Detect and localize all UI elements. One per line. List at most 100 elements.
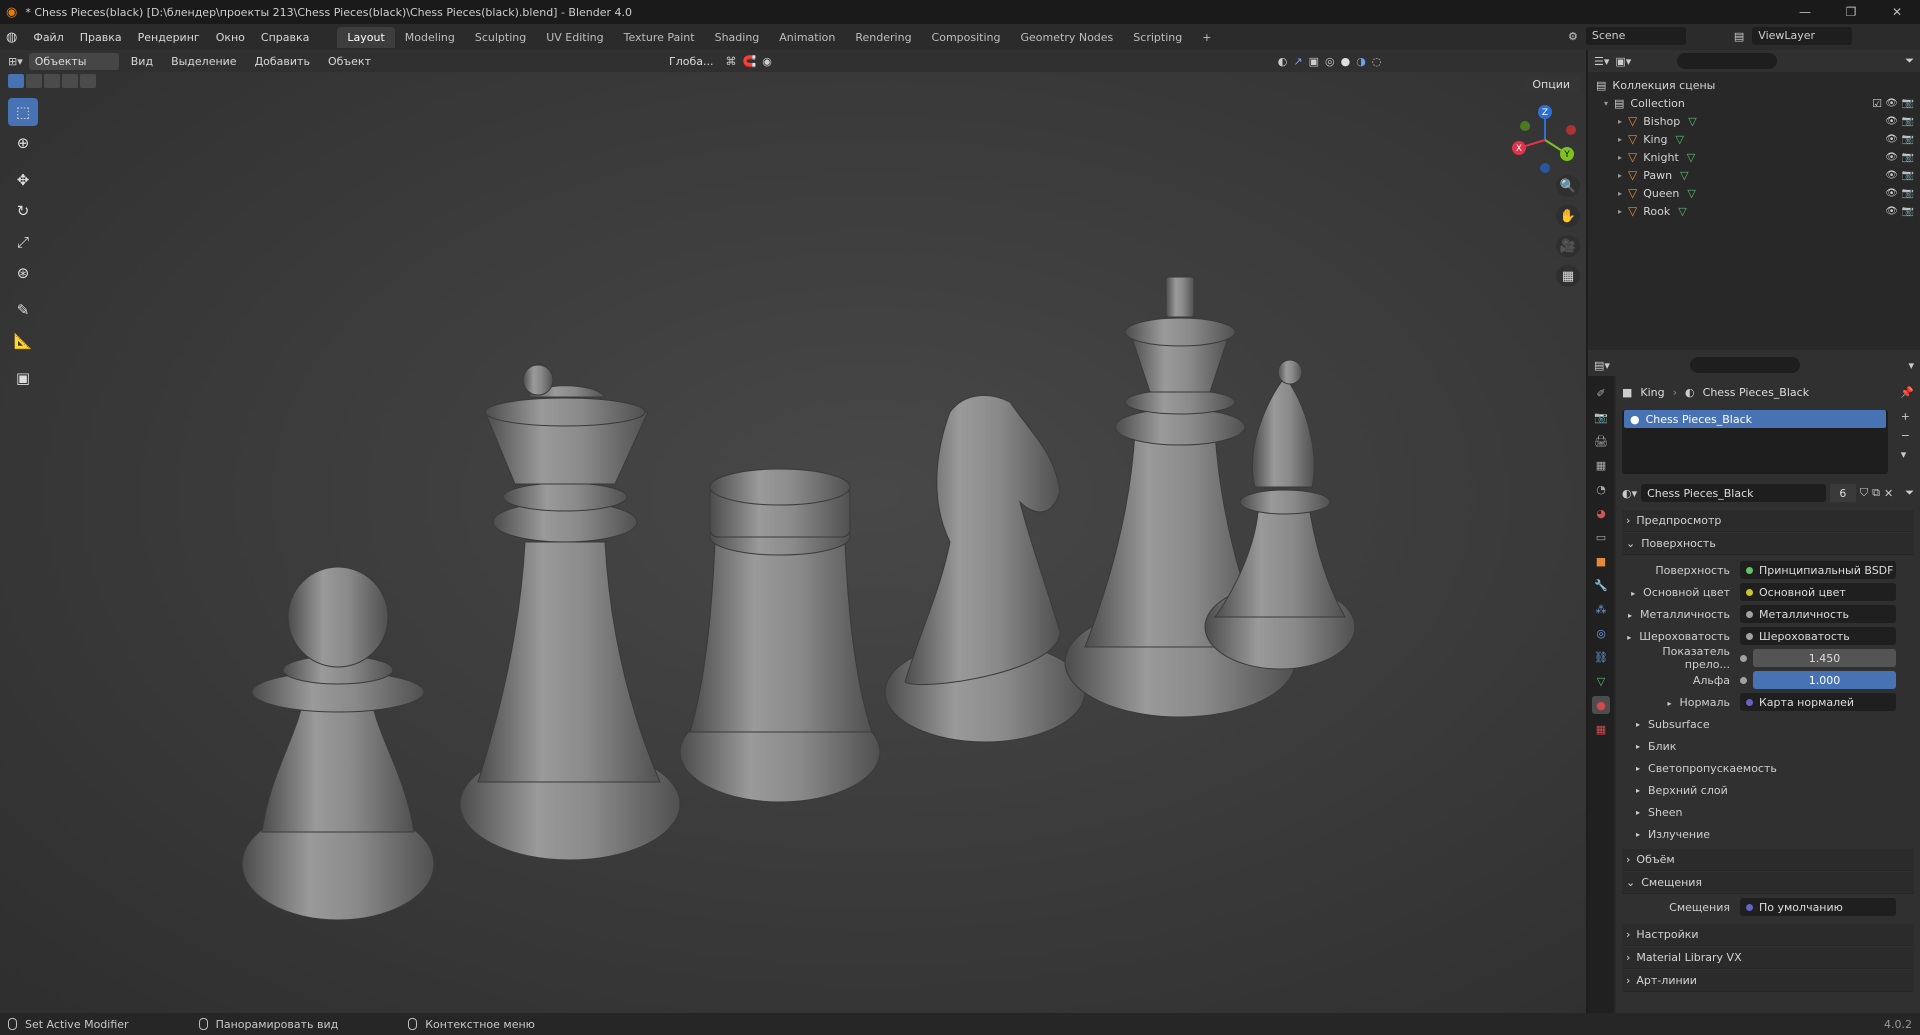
panel-lineart[interactable]: › Арт-линии	[1622, 970, 1914, 992]
outliner-item-bishop[interactable]: ▸ ▽ Bishop ▽ 👁 📷	[1596, 112, 1920, 130]
eye-icon[interactable]: 👁	[1885, 206, 1898, 217]
scene-selector[interactable]: Scene	[1585, 27, 1686, 45]
pan-hand-icon[interactable]: ✋	[1556, 205, 1580, 227]
render-camera-icon[interactable]: 📷	[1902, 116, 1914, 127]
xray-icon[interactable]: ▣	[1309, 55, 1319, 68]
outliner-item-queen[interactable]: ▸ ▽ Queen ▽ 👁 📷	[1596, 184, 1920, 202]
outliner-item-king[interactable]: ▸ ▽ King ▽ 👁 📷	[1596, 130, 1920, 148]
panel-material-library[interactable]: › Material Library VX	[1622, 947, 1914, 969]
expand-icon[interactable]: ▸	[1631, 589, 1635, 598]
material-shading-icon[interactable]: ◑	[1356, 55, 1366, 68]
duplicate-icon[interactable]: ⧉	[1872, 486, 1880, 500]
modifier-tab-icon[interactable]: 🔧	[1592, 576, 1610, 594]
menu-select[interactable]: Выделение	[165, 55, 243, 68]
add-slot-icon[interactable]: +	[1901, 410, 1910, 423]
camera-view-icon[interactable]: 🎥	[1556, 235, 1580, 257]
subpanel-emission[interactable]: ▸ Излучение	[1622, 823, 1914, 845]
menu-render[interactable]: Рендеринг	[130, 31, 208, 44]
tab-geometry-nodes[interactable]: Geometry Nodes	[1011, 27, 1124, 48]
eye-icon[interactable]: 👁	[1885, 134, 1898, 145]
tab-uv-editing[interactable]: UV Editing	[536, 27, 613, 48]
eye-icon[interactable]: 👁	[1885, 98, 1898, 109]
scale-icon[interactable]: ⤢	[8, 228, 38, 256]
tool-tab-icon[interactable]: ✐	[1592, 384, 1610, 402]
maximize-button[interactable]: ❐	[1828, 0, 1874, 24]
pivot-icon[interactable]: ⌘	[725, 55, 736, 68]
expand-icon[interactable]: ▸	[1618, 189, 1622, 198]
proportional-icon[interactable]: ◉	[762, 55, 772, 68]
normal-field[interactable]: Карта нормалей	[1740, 693, 1896, 711]
subpanel-subsurface[interactable]: ▸ Subsurface	[1622, 713, 1914, 735]
viewport-scene[interactable]	[0, 72, 1586, 1013]
close-button[interactable]: ✕	[1874, 0, 1920, 24]
material-name-field[interactable]: Chess Pieces_Black	[1641, 484, 1826, 502]
filter-icon[interactable]: ⏷	[1905, 54, 1914, 68]
blender-menu-icon[interactable]: ◍	[6, 30, 17, 45]
pin-icon[interactable]: 📌	[1900, 386, 1914, 399]
render-camera-icon[interactable]: 📷	[1902, 152, 1914, 163]
overlay-icon[interactable]: ◐	[1278, 55, 1288, 68]
measure-icon[interactable]: 📐	[8, 327, 38, 355]
menu-file[interactable]: Файл	[25, 31, 71, 44]
tab-animation[interactable]: Animation	[769, 27, 845, 48]
select-new-icon[interactable]	[8, 74, 24, 88]
particles-tab-icon[interactable]: ⁂	[1592, 600, 1610, 618]
browse-material-icon[interactable]: ◐▾	[1622, 487, 1637, 500]
outliner-item-rook[interactable]: ▸ ▽ Rook ▽ 👁 📷	[1596, 202, 1920, 220]
menu-help[interactable]: Справка	[253, 31, 317, 44]
expand-icon[interactable]: ▸	[1618, 171, 1622, 180]
tab-compositing[interactable]: Compositing	[922, 27, 1011, 48]
ior-slider[interactable]: 1.450	[1753, 649, 1896, 667]
scene-collection-row[interactable]: ▤ Коллекция сцены	[1596, 76, 1920, 94]
editor-type-icon[interactable]: ⊞▾	[8, 55, 23, 68]
data-tab-icon[interactable]: ▽	[1592, 672, 1610, 690]
expand-icon[interactable]: ▸	[1628, 611, 1632, 620]
annotate-icon[interactable]: ✎	[8, 296, 38, 324]
display-mode-icon[interactable]: ▣▾	[1615, 55, 1631, 68]
add-cube-icon[interactable]: ▣	[8, 364, 38, 392]
render-camera-icon[interactable]: 📷	[1902, 206, 1914, 217]
subpanel-sheen[interactable]: ▸ Sheen	[1622, 801, 1914, 823]
menu-edit[interactable]: Правка	[72, 31, 130, 44]
displacement-field[interactable]: По умолчанию	[1740, 898, 1896, 916]
select-extend-icon[interactable]	[26, 74, 42, 88]
perspective-grid-icon[interactable]: ▦	[1556, 265, 1580, 287]
subpanel-transmission[interactable]: ▸ Светопропускаемость	[1622, 757, 1914, 779]
transform-orientation[interactable]: Глоба...	[663, 53, 719, 70]
tab-shading[interactable]: Shading	[705, 27, 770, 48]
outliner-search-input[interactable]	[1677, 53, 1778, 69]
menu-view[interactable]: Вид	[125, 55, 159, 68]
physics-tab-icon[interactable]: ◎	[1592, 624, 1610, 642]
rook-model[interactable]	[679, 468, 881, 803]
render-camera-icon[interactable]: 📷	[1902, 188, 1914, 199]
tab-texture-paint[interactable]: Texture Paint	[614, 27, 705, 48]
outliner-item-pawn[interactable]: ▸ ▽ Pawn ▽ 👁 📷	[1596, 166, 1920, 184]
panel-surface[interactable]: ⌄ Поверхность	[1622, 533, 1914, 555]
render-camera-icon[interactable]: 📷	[1902, 170, 1914, 181]
expand-icon[interactable]: ▸	[1627, 633, 1631, 642]
tab-modeling[interactable]: Modeling	[395, 27, 465, 48]
world-tab-icon[interactable]: ◕	[1592, 504, 1610, 522]
panel-displacement[interactable]: ⌄ Смещения	[1622, 872, 1914, 894]
metallic-field[interactable]: Металличность	[1740, 605, 1896, 623]
menu-add[interactable]: Добавить	[249, 55, 316, 68]
constraints-tab-icon[interactable]: ⛓	[1592, 648, 1610, 666]
alpha-slider[interactable]: 1.000	[1753, 671, 1896, 689]
eye-icon[interactable]: 👁	[1885, 170, 1898, 181]
add-workspace-button[interactable]: +	[1192, 27, 1221, 48]
minimize-button[interactable]: —	[1782, 0, 1828, 24]
cursor-icon[interactable]: ⊕	[8, 129, 38, 157]
tab-scripting[interactable]: Scripting	[1123, 27, 1192, 48]
unlink-icon[interactable]: ✕	[1884, 487, 1893, 500]
eye-icon[interactable]: 👁	[1885, 188, 1898, 199]
expand-icon[interactable]: ▾	[1604, 99, 1608, 108]
gizmo-toggle-icon[interactable]: ↗	[1293, 55, 1302, 68]
solid-shading-icon[interactable]: ●	[1341, 55, 1351, 68]
output-tab-icon[interactable]: 🖨	[1592, 432, 1610, 450]
tab-rendering[interactable]: Rendering	[845, 27, 921, 48]
menu-window[interactable]: Окно	[208, 31, 253, 44]
collection-tab-icon[interactable]: ▭	[1592, 528, 1610, 546]
scene-tab-icon[interactable]: ◔	[1592, 480, 1610, 498]
base-color-field[interactable]: Основной цвет	[1740, 583, 1896, 601]
view-layer-selector[interactable]: ViewLayer	[1752, 27, 1853, 45]
